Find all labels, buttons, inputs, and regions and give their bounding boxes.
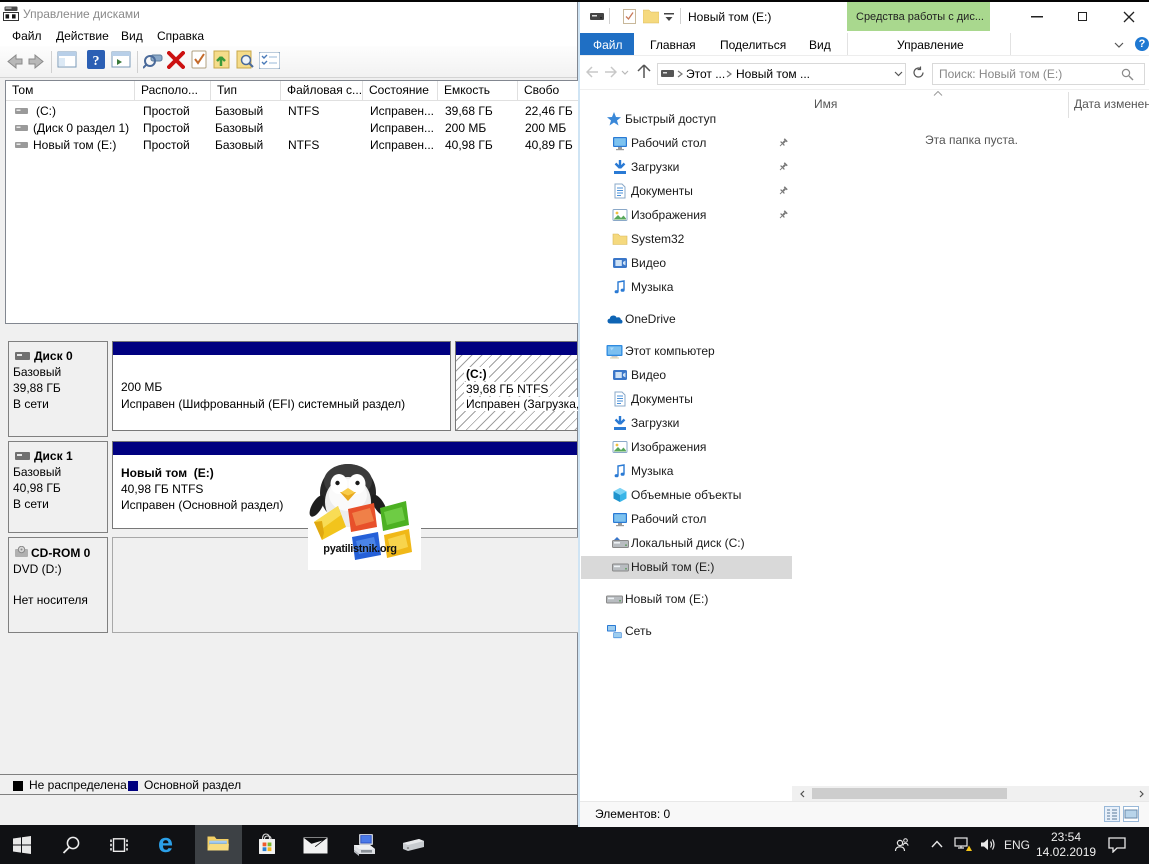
svg-text:?: ? [93,54,100,69]
svg-text:pyatilistnik.org: pyatilistnik.org [323,543,396,555]
